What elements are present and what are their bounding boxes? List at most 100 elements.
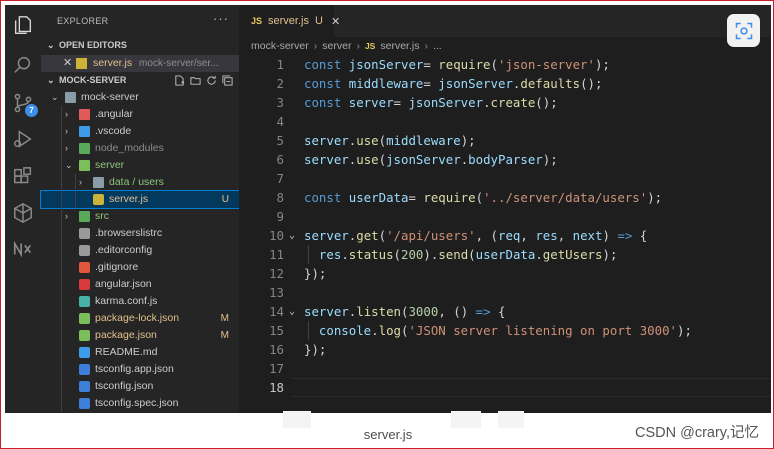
tree-item[interactable]: .editorconfig (41, 242, 239, 259)
tree-item-label: tsconfig.json (95, 380, 154, 392)
tree-item[interactable]: › src (41, 208, 239, 225)
js-file-icon: JS (251, 16, 263, 26)
tree-item[interactable]: tsconfig.spec.json (41, 395, 239, 412)
source-control-icon[interactable]: 7 (11, 91, 38, 117)
ts-icon (79, 381, 90, 392)
tree-item[interactable]: server.js U (40, 190, 240, 209)
image-zoom-button[interactable] (727, 14, 760, 47)
code-text: console.log('JSON server listening on po… (318, 323, 692, 338)
close-icon[interactable]: ✕ (63, 55, 72, 72)
tree-item[interactable]: karma.conf.js (41, 293, 239, 310)
code-line: 2 const middleware= jsonServer.defaults()… (239, 74, 771, 93)
angular-icon (79, 279, 90, 290)
code-text: server.listen(3000, () => { (304, 304, 506, 319)
code-text: server.use(jsonServer.bodyParser); (304, 152, 558, 167)
js-icon (93, 194, 104, 205)
more-actions-icon[interactable]: ··· (213, 11, 229, 26)
code-line: 14 ⌄ server.listen(3000, () => { (239, 302, 771, 321)
line-number: 1 (276, 57, 284, 72)
tree-item[interactable]: tsconfig.json (41, 378, 239, 395)
code-text: res.status(200).send(userData.getUsers); (318, 247, 618, 262)
tree-item[interactable]: .gitignore (41, 259, 239, 276)
line-number: 12 (269, 266, 284, 281)
folder-green-icon (79, 143, 90, 154)
folder-blue-icon (79, 126, 90, 137)
folder-green-icon (79, 211, 90, 222)
tree-item[interactable]: › data / users (41, 174, 239, 191)
activity-bar: 7 (5, 5, 41, 413)
ts-icon (79, 364, 90, 375)
code-text: const middleware= jsonServer.defaults(); (304, 76, 603, 91)
tree-item-label: server.js (109, 193, 149, 205)
git-status-badge: M (220, 313, 229, 324)
code-line: 6 server.use(jsonServer.bodyParser); (239, 150, 771, 169)
ghost-artifact (283, 411, 311, 428)
chevron-down-icon: ⌄ (65, 160, 73, 170)
open-editor-item[interactable]: ✕ server.js mock-server/ser... (41, 55, 239, 72)
js-file-icon (76, 58, 87, 69)
close-icon[interactable]: ✕ (331, 15, 340, 28)
gear-icon (79, 245, 90, 256)
refresh-icon[interactable] (206, 75, 217, 86)
code-line: 11 res.status(200).send(userData.getUser… (239, 245, 771, 264)
line-number: 14 (269, 304, 284, 319)
code-line: 13 (239, 283, 771, 302)
code-line: 17 (239, 359, 771, 378)
collapse-all-icon[interactable] (222, 75, 233, 86)
chevron-right-icon: › (313, 40, 318, 52)
breadcrumb-item[interactable]: server (322, 40, 351, 52)
tree-item[interactable]: package.json M (41, 327, 239, 344)
search-icon[interactable] (11, 53, 35, 77)
line-number: 11 (269, 247, 284, 262)
files-icon[interactable] (11, 13, 35, 37)
tree-item-label: src (95, 210, 109, 222)
js-file-icon: JS (364, 41, 376, 51)
code-text: server.use(middleware); (304, 133, 476, 148)
chevron-right-icon: › (356, 40, 360, 52)
tree-item[interactable]: ⌄ mock-server (41, 89, 239, 106)
tree-item[interactable]: › .angular (41, 106, 239, 123)
line-number: 2 (276, 76, 284, 91)
open-editor-path: mock-server/ser... (139, 58, 219, 69)
angular-icon[interactable] (11, 201, 35, 225)
code-line: 9 (239, 207, 771, 226)
tree-item-label: package-lock.json (95, 312, 180, 324)
fold-chevron-icon[interactable]: ⌄ (289, 302, 295, 321)
tree-item[interactable]: tsconfig.app.json (41, 361, 239, 378)
tab-server-js[interactable]: JS server.js U ✕ (239, 5, 340, 37)
new-folder-icon[interactable] (190, 75, 201, 86)
extensions-icon[interactable] (11, 165, 35, 189)
scm-badge: 7 (25, 104, 38, 117)
tree-item[interactable]: .browserslistrc (41, 225, 239, 242)
tree-item[interactable]: › .vscode (41, 123, 239, 140)
chevron-right-icon: › (65, 126, 68, 136)
code-editor[interactable]: 1 const jsonServer= require('json-server'… (239, 55, 771, 397)
tab-bar: JS server.js U ✕ (239, 5, 771, 37)
breadcrumb: mock-server › server › JS server.js › ..… (251, 38, 442, 54)
tree-item[interactable]: › node_modules (41, 140, 239, 157)
run-debug-icon[interactable] (11, 127, 35, 151)
chevron-right-icon: › (79, 177, 82, 187)
breadcrumb-item[interactable]: server.js (380, 40, 419, 52)
tree-item[interactable]: ⌄ server (41, 157, 239, 174)
tree-item-label: .vscode (95, 125, 132, 137)
npm-icon (79, 313, 90, 324)
open-editors-header[interactable]: ⌄ OPEN EDITORS (41, 37, 239, 54)
breadcrumb-item[interactable]: mock-server (251, 40, 309, 52)
nx-console-icon[interactable] (11, 237, 35, 261)
fold-chevron-icon[interactable]: ⌄ (289, 226, 295, 245)
tree-item[interactable]: package-lock.json M (41, 310, 239, 327)
tab-label: server.js (268, 15, 309, 27)
tree-item[interactable]: README.md (41, 344, 239, 361)
code-text: server.get('/api/users', (req, res, next… (304, 228, 648, 243)
indent-guide (61, 106, 62, 412)
tree-item-label: .gitignore (95, 261, 139, 273)
code-line: 12}); (239, 264, 771, 283)
tree-item[interactable]: angular.json (41, 276, 239, 293)
line-number: 9 (276, 209, 284, 224)
editor-area: JS server.js U ✕ mock-server › server › … (239, 5, 771, 413)
new-file-icon[interactable] (174, 75, 185, 86)
watermark: CSDN @crary,记忆 (634, 425, 759, 441)
line-number: 8 (276, 190, 284, 205)
breadcrumb-item[interactable]: ... (433, 40, 442, 52)
